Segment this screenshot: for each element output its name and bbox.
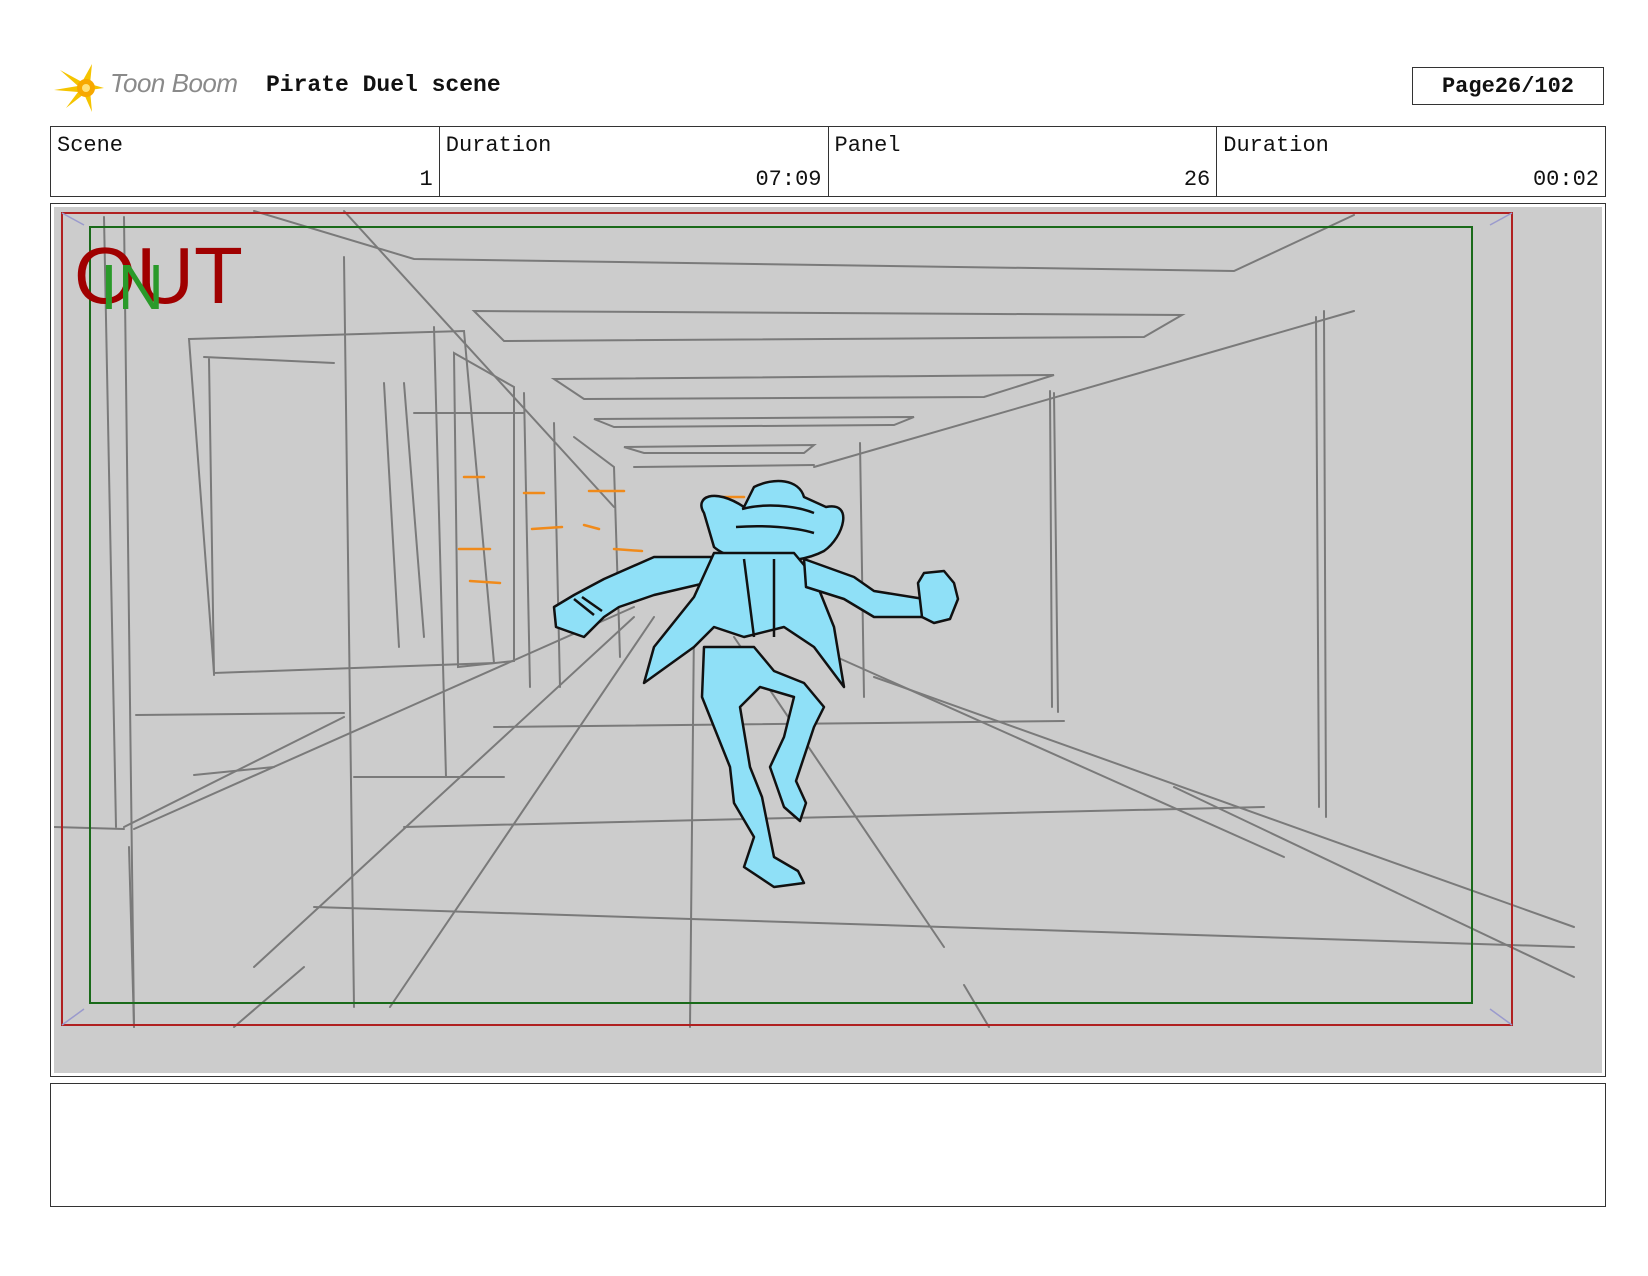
panel-duration-cell: Duration 00:02 (1217, 127, 1605, 196)
logo-wordmark: Toon Boom (110, 68, 238, 98)
panel-drawing: OUT IN (54, 207, 1602, 1073)
starburst-icon (54, 64, 104, 112)
panel-notes[interactable] (50, 1083, 1606, 1207)
page-number: 26/102 (1494, 73, 1575, 99)
scene-duration-value: 07:09 (755, 167, 822, 192)
scene-duration-cell: Duration 07:09 (440, 127, 829, 196)
scene-value: 1 (419, 167, 433, 192)
scene-cell: Scene 1 (51, 127, 440, 196)
right-fist (916, 569, 960, 625)
page-indicator: Page 26/102 (1412, 67, 1604, 105)
panel-cell: Panel 26 (829, 127, 1218, 196)
scene-info-table: Scene 1 Duration 07:09 Panel 26 Duration… (50, 126, 1606, 197)
page-label: Page (1441, 73, 1495, 99)
panel-value: 26 (1183, 167, 1211, 192)
scene-duration-label: Duration (445, 133, 552, 158)
storyboard-panel[interactable]: OUT IN (50, 203, 1606, 1077)
scene-label: Scene (57, 133, 124, 158)
panel-label: Panel (834, 133, 901, 158)
toon-boom-logo: Toon Boom (52, 58, 252, 114)
storyboard-title: Pirate Duel scene (266, 72, 501, 98)
in-marker: IN (100, 251, 164, 323)
panel-duration-label: Duration (1223, 133, 1329, 158)
panel-duration-value: 00:02 (1532, 167, 1599, 192)
